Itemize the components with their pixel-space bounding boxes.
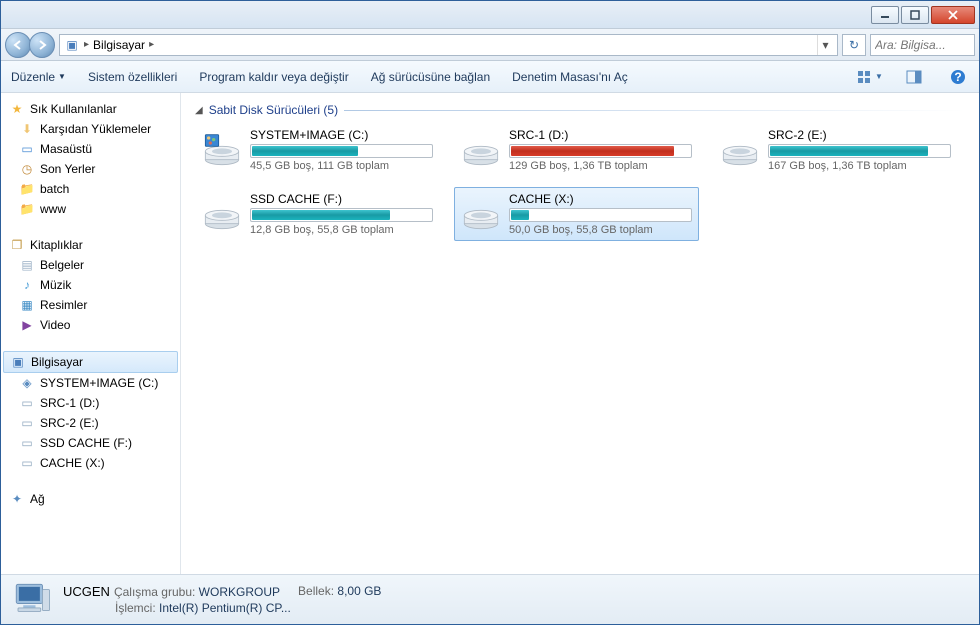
libraries-icon: ❒ xyxy=(9,237,25,253)
pic-icon: ▦ xyxy=(19,297,35,313)
drive-item[interactable]: SYSTEM+IMAGE (C:) 45,5 GB boş, 111 GB to… xyxy=(195,123,440,177)
sidebar-item[interactable]: 📁batch xyxy=(1,179,180,199)
usage-bar xyxy=(509,144,692,158)
navigation-pane: ★Sık Kullanılanlar ⬇Karşıdan Yüklemeler▭… xyxy=(1,93,181,574)
folder-icon: 📁 xyxy=(19,201,35,217)
folder-icon: 📁 xyxy=(19,181,35,197)
close-button[interactable] xyxy=(931,6,975,24)
search-box[interactable] xyxy=(870,34,975,56)
address-box[interactable]: ▣ ▸ Bilgisayar ▸ ▾ xyxy=(59,34,838,56)
sidebar-drive[interactable]: ▭CACHE (X:) xyxy=(1,453,180,473)
drive-item[interactable]: SSD CACHE (F:) 12,8 GB boş, 55,8 GB topl… xyxy=(195,187,440,241)
download-icon: ⬇ xyxy=(19,121,35,137)
drive-icon xyxy=(461,128,501,168)
help-button[interactable]: ? xyxy=(947,66,969,88)
computer-large-icon xyxy=(11,579,53,621)
drive-icon: ▭ xyxy=(19,435,35,451)
desktop-icon: ▭ xyxy=(19,141,35,157)
drive-subtitle: 45,5 GB boş, 111 GB toplam xyxy=(250,160,433,172)
drive-name: SRC-1 (D:) xyxy=(509,128,692,142)
drive-subtitle: 129 GB boş, 1,36 TB toplam xyxy=(509,160,692,172)
drive-name: CACHE (X:) xyxy=(509,192,692,206)
drive-item[interactable]: CACHE (X:) 50,0 GB boş, 55,8 GB toplam xyxy=(454,187,699,241)
minimize-button[interactable] xyxy=(871,6,899,24)
sidebar-item[interactable]: ▤Belgeler xyxy=(1,255,180,275)
network-header[interactable]: ✦Ağ xyxy=(1,489,180,509)
back-button[interactable] xyxy=(5,32,31,58)
sidebar-drive[interactable]: ▭SRC-1 (D:) xyxy=(1,393,180,413)
drive-icon: ▭ xyxy=(19,455,35,471)
drive-subtitle: 167 GB boş, 1,36 TB toplam xyxy=(768,160,951,172)
system-drive-icon: ◈ xyxy=(19,375,35,391)
details-pane: UCGENÇalışma grubu: WORKGROUP Bellek: 8,… xyxy=(1,574,979,624)
sidebar-item[interactable]: 📁www xyxy=(1,199,180,219)
forward-button[interactable] xyxy=(29,32,55,58)
sidebar-item[interactable]: ▭Masaüstü xyxy=(1,139,180,159)
drive-item[interactable]: SRC-2 (E:) 167 GB boş, 1,36 TB toplam xyxy=(713,123,958,177)
separator-icon: ▸ xyxy=(84,39,89,50)
computer-icon: ▣ xyxy=(64,37,80,53)
system-properties-button[interactable]: Sistem özellikleri xyxy=(88,70,177,84)
titlebar xyxy=(1,1,979,29)
drive-icon xyxy=(720,128,760,168)
computer-icon: ▣ xyxy=(10,354,26,370)
main-content: ◢ Sabit Disk Sürücüleri (5) SYSTEM+IMAGE… xyxy=(181,93,979,574)
network-icon: ✦ xyxy=(9,491,25,507)
drive-icon xyxy=(202,192,242,232)
uninstall-program-button[interactable]: Program kaldır veya değiştir xyxy=(199,70,348,84)
sidebar-item[interactable]: ♪Müzik xyxy=(1,275,180,295)
music-icon: ♪ xyxy=(19,277,35,293)
usage-bar xyxy=(509,208,692,222)
sidebar-drive[interactable]: ▭SSD CACHE (F:) xyxy=(1,433,180,453)
address-dropdown[interactable]: ▾ xyxy=(817,35,833,55)
libraries-header[interactable]: ❒Kitaplıklar xyxy=(1,235,180,255)
toolbar: Düzenle ▼ Sistem özellikleri Program kal… xyxy=(1,61,979,93)
drive-icon: ▭ xyxy=(19,395,35,411)
section-title: Sabit Disk Sürücüleri (5) xyxy=(209,103,338,117)
drive-name: SSD CACHE (F:) xyxy=(250,192,433,206)
view-options-button[interactable]: ▼ xyxy=(859,66,881,88)
open-control-panel-button[interactable]: Denetim Masası'nı Aç xyxy=(512,70,628,84)
drive-name: SYSTEM+IMAGE (C:) xyxy=(250,128,433,142)
explorer-window: ▣ ▸ Bilgisayar ▸ ▾ ↻ Düzenle ▼ Sistem öz… xyxy=(0,0,980,625)
preview-pane-button[interactable] xyxy=(903,66,925,88)
drive-icon xyxy=(461,192,501,232)
search-input[interactable] xyxy=(875,38,970,52)
sidebar-item[interactable]: ◷Son Yerler xyxy=(1,159,180,179)
usage-bar xyxy=(250,144,433,158)
drive-subtitle: 12,8 GB boş, 55,8 GB toplam xyxy=(250,224,433,236)
breadcrumb-computer[interactable]: Bilgisayar xyxy=(93,38,145,52)
computer-name: UCGEN xyxy=(63,584,110,599)
drive-icon: ▭ xyxy=(19,415,35,431)
usage-bar xyxy=(768,144,951,158)
collapse-icon: ◢ xyxy=(195,105,203,116)
separator-icon: ▸ xyxy=(149,39,154,50)
maximize-button[interactable] xyxy=(901,6,929,24)
svg-text:?: ? xyxy=(954,70,961,84)
sidebar-item[interactable]: ▦Resimler xyxy=(1,295,180,315)
sidebar-item[interactable]: ⬇Karşıdan Yüklemeler xyxy=(1,119,180,139)
computer-header[interactable]: ▣Bilgisayar xyxy=(3,351,178,373)
sidebar-drive[interactable]: ▭SRC-2 (E:) xyxy=(1,413,180,433)
sidebar-drive[interactable]: ◈SYSTEM+IMAGE (C:) xyxy=(1,373,180,393)
address-bar: ▣ ▸ Bilgisayar ▸ ▾ ↻ xyxy=(1,29,979,61)
drive-item[interactable]: SRC-1 (D:) 129 GB boş, 1,36 TB toplam xyxy=(454,123,699,177)
drive-subtitle: 50,0 GB boş, 55,8 GB toplam xyxy=(509,224,692,236)
usage-bar xyxy=(250,208,433,222)
doc-icon: ▤ xyxy=(19,257,35,273)
section-header[interactable]: ◢ Sabit Disk Sürücüleri (5) xyxy=(195,103,965,117)
star-icon: ★ xyxy=(9,101,25,117)
map-network-drive-button[interactable]: Ağ sürücüsüne bağlan xyxy=(371,70,490,84)
sidebar-item[interactable]: ▶Video xyxy=(1,315,180,335)
organize-menu[interactable]: Düzenle ▼ xyxy=(11,70,66,84)
drive-name: SRC-2 (E:) xyxy=(768,128,951,142)
refresh-button[interactable]: ↻ xyxy=(842,34,866,56)
favorites-header[interactable]: ★Sık Kullanılanlar xyxy=(1,99,180,119)
recent-icon: ◷ xyxy=(19,161,35,177)
video-icon: ▶ xyxy=(19,317,35,333)
drive-icon xyxy=(202,128,242,168)
